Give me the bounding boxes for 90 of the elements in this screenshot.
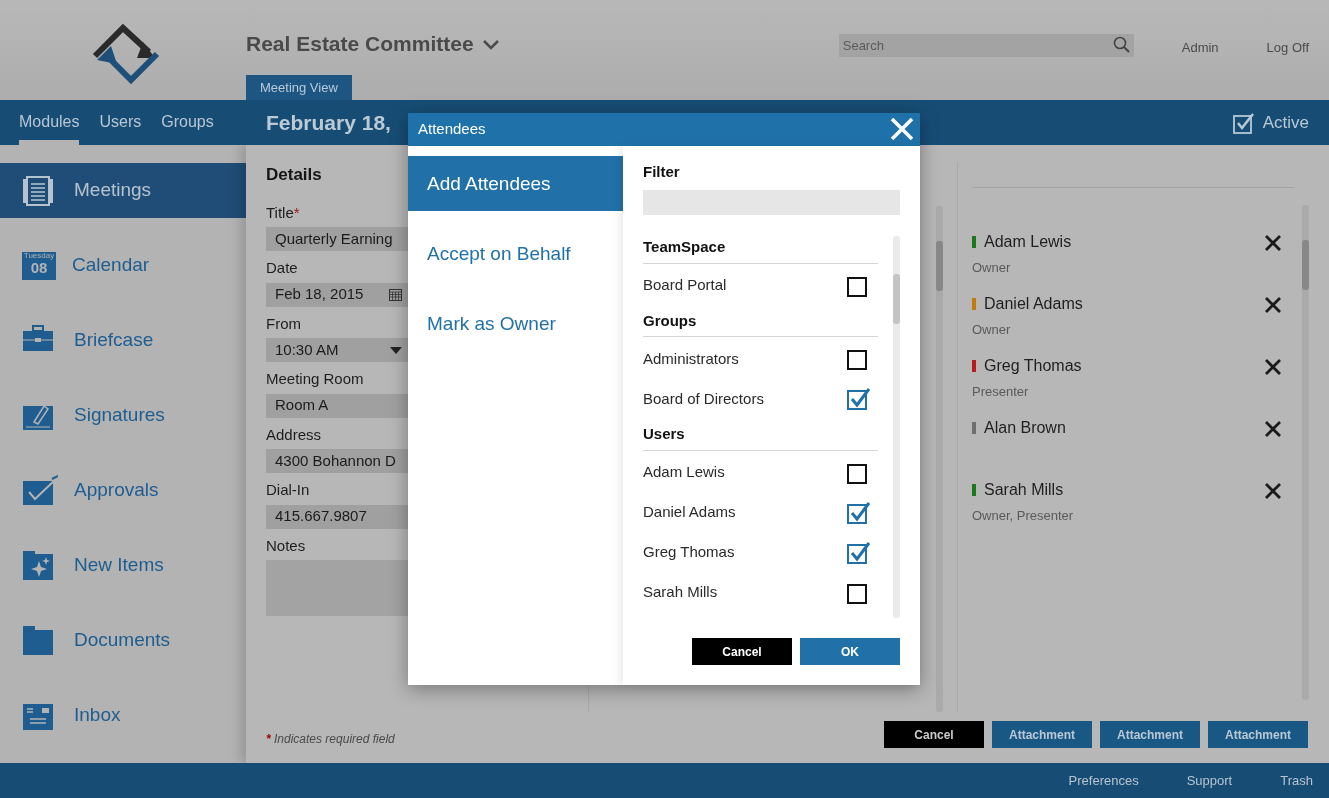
field-label: Notes (266, 535, 307, 556)
checkbox[interactable] (847, 388, 870, 410)
scroll-bar[interactable] (1302, 205, 1309, 700)
field-label: Date (266, 258, 299, 278)
nav-tab[interactable]: Users (99, 100, 142, 145)
close-icon (890, 117, 914, 142)
attendee-name: Alan Brown (984, 418, 1066, 438)
notes-field[interactable] (266, 560, 408, 616)
sidebar-item[interactable]: New Items (0, 538, 246, 593)
checkbox[interactable] (847, 581, 870, 604)
sidebar-item[interactable]: Meetings (0, 163, 246, 218)
field-label: Meeting Room (266, 369, 365, 389)
committee-title[interactable]: Real Estate Committee (246, 28, 474, 60)
close-icon (1264, 295, 1282, 314)
sidebar-item[interactable]: Tuesday 08 Calendar (0, 238, 246, 293)
cancel-button[interactable]: Cancel (692, 638, 792, 665)
ok-button[interactable]: OK (800, 638, 900, 665)
field-label: From (266, 313, 302, 334)
close-icon (1264, 419, 1282, 438)
field-label: Dial-In (266, 480, 311, 500)
footer-link[interactable]: Support (1186, 770, 1233, 791)
footer-link[interactable]: Trash (1280, 770, 1313, 791)
option-label: Sarah Mills (643, 582, 718, 603)
calendar-icon (389, 288, 402, 301)
close-icon (1264, 481, 1282, 500)
nav-tab[interactable]: Modules (19, 100, 80, 145)
details-heading: Details (266, 164, 323, 186)
checkbox[interactable] (847, 348, 870, 370)
dialog-action[interactable]: Accept on Behalf (408, 225, 623, 281)
close-button[interactable] (890, 117, 914, 142)
text-field[interactable]: 4300 Bohannon D (266, 449, 408, 473)
attendee-role: Owner (972, 321, 1012, 339)
field-label: Address (266, 424, 323, 445)
option-label: Board Portal (643, 275, 727, 296)
footer-link[interactable]: Preferences (1068, 770, 1139, 791)
attachment-button[interactable]: Attachment (1208, 721, 1308, 748)
text-field[interactable]: 415.667.9807 (266, 504, 408, 529)
header-link[interactable]: Log Off (1266, 38, 1309, 58)
text-field[interactable]: Quarterly Earning (266, 227, 408, 251)
status-label: Active (1262, 111, 1309, 134)
field-label: Title* (266, 202, 301, 223)
attendee-role: Presenter (972, 383, 1030, 401)
cancel-button[interactable]: Cancel (884, 721, 984, 748)
scroll-bar[interactable] (893, 236, 900, 618)
attendee-name: Greg Thomas (984, 356, 1082, 376)
close-icon (1264, 233, 1282, 252)
dialog-action[interactable]: Add Attendees (408, 155, 623, 211)
option-label: Greg Thomas (643, 542, 735, 563)
filter-field[interactable] (643, 190, 900, 215)
sidebar-item[interactable]: Briefcase (0, 313, 246, 368)
attendee-name: Daniel Adams (984, 294, 1083, 314)
sidebar-item[interactable]: Approvals (0, 463, 246, 518)
search-icon (1112, 36, 1130, 53)
sidebar-item[interactable]: Documents (0, 613, 246, 668)
meeting-view-tab[interactable]: Meeting View (246, 74, 352, 100)
required-field-note: * Indicates required field (266, 731, 395, 748)
checkbox[interactable] (847, 274, 870, 297)
attachment-button[interactable]: Attachment (1100, 721, 1200, 748)
dialog-title: Attendees (418, 119, 486, 139)
group-heading: TeamSpace (643, 236, 878, 264)
calendar-icon: Tuesday 08 (22, 251, 56, 280)
option-label: Adam Lewis (643, 462, 725, 483)
option-label: Administrators (643, 348, 739, 369)
attendee-role: Owner (972, 259, 1012, 277)
checkbox[interactable] (847, 461, 870, 484)
group-heading: Users (643, 423, 878, 451)
scroll-bar[interactable] (936, 206, 943, 712)
caret-icon (390, 346, 402, 354)
attendee-name: Adam Lewis (984, 232, 1072, 252)
checkbox[interactable] (847, 501, 870, 524)
checkbox[interactable] (847, 541, 870, 564)
text-field[interactable]: Room A (266, 393, 408, 418)
attendee-name: Sarah Mills (984, 480, 1064, 500)
filter-label: Filter (643, 161, 681, 182)
group-heading: Groups (643, 309, 878, 337)
sidebar-item[interactable]: Signatures (0, 388, 246, 443)
date-field[interactable]: Feb 18, 2015 (266, 282, 408, 307)
nav-tab[interactable]: Groups (161, 100, 214, 145)
header-link[interactable]: Admin (1181, 38, 1219, 58)
meeting-date-title: February 18, (266, 109, 391, 136)
sidebar-item[interactable]: Inbox (0, 688, 246, 743)
attendee-role: Owner, Presenter (972, 507, 1074, 525)
time-dropdown[interactable]: 10:30 AM (266, 338, 408, 362)
option-label: Board of Directors (643, 388, 764, 409)
option-label: Daniel Adams (643, 502, 736, 523)
close-icon (1264, 357, 1282, 376)
search-field[interactable]: Search (838, 34, 1134, 57)
checkmark-icon (22, 474, 58, 507)
attachment-button[interactable]: Attachment (992, 721, 1092, 748)
dialog-action[interactable]: Mark as Owner (408, 295, 623, 351)
